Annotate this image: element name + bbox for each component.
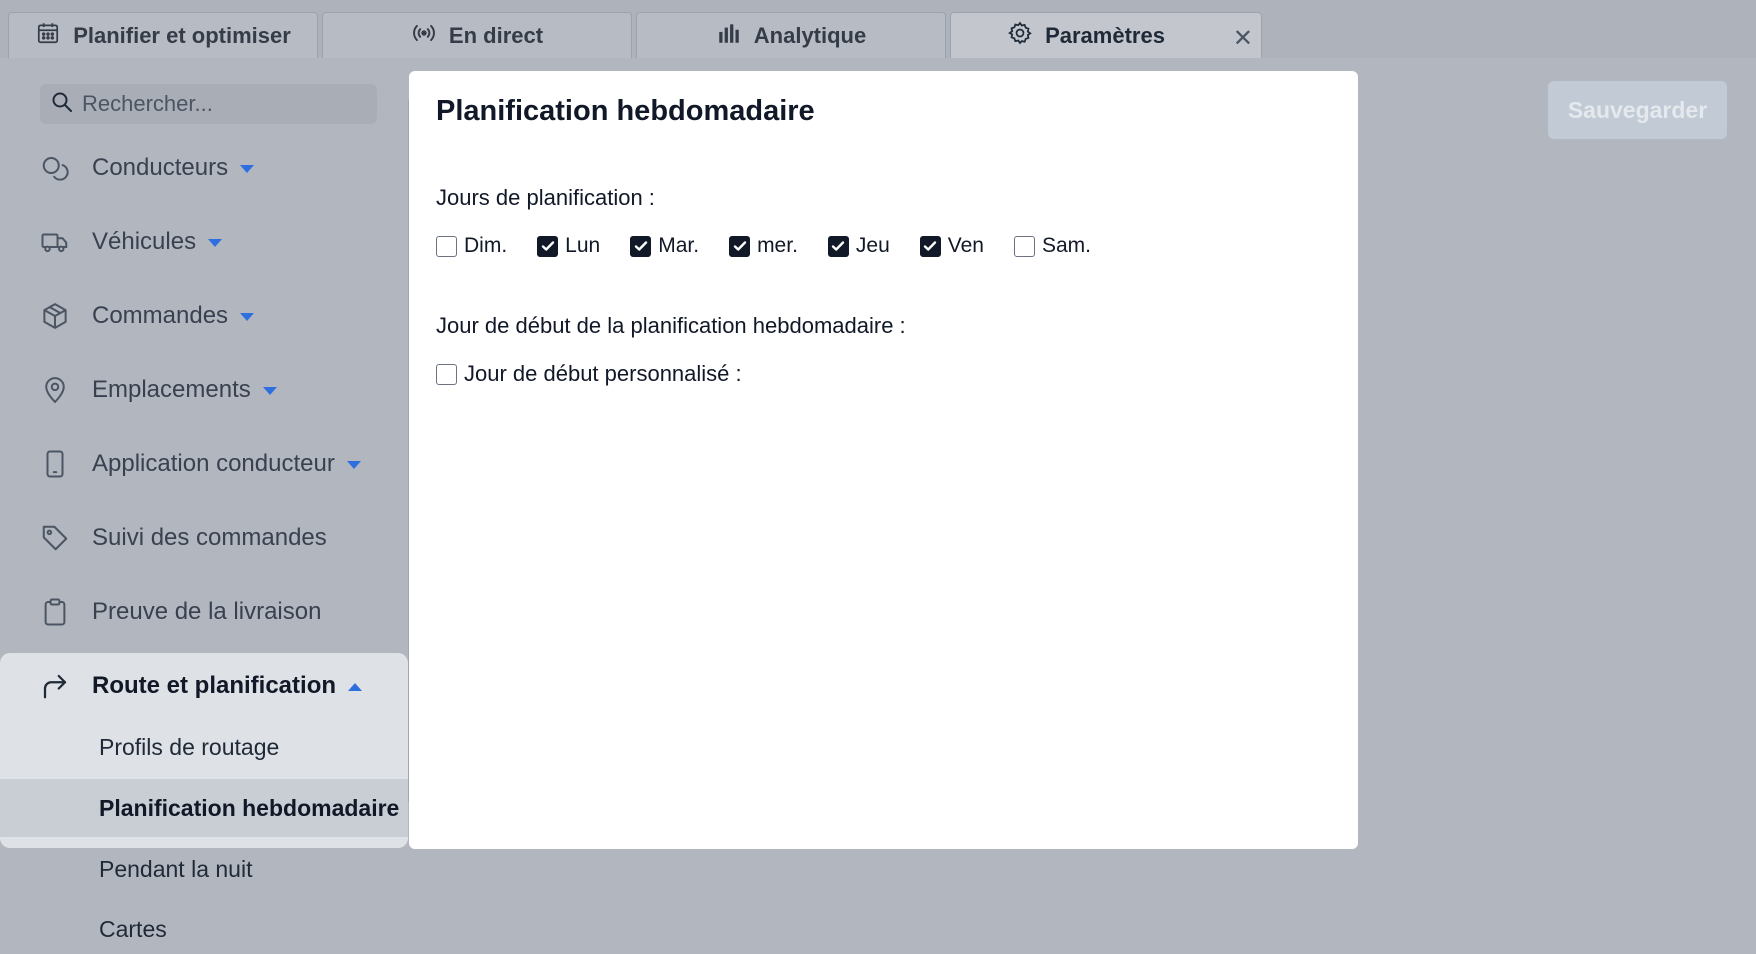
truck-icon (40, 227, 70, 257)
sidebar: Conducteurs Véhicules Commandes Emplacem… (0, 58, 418, 954)
sidebar-item-label: Route et planification (92, 672, 337, 699)
tab-label: Planifier et optimiser (73, 22, 291, 48)
gear-icon (1007, 20, 1033, 52)
sidebar-item-vehicules[interactable]: Véhicules (0, 219, 408, 265)
caret-down-icon (240, 164, 255, 173)
sidebar-item-route-planification[interactable]: Route et planification (0, 663, 408, 709)
calendar-icon (35, 20, 61, 52)
day-checkbox[interactable] (537, 235, 559, 257)
search-box[interactable] (40, 84, 377, 124)
sidebar-subitem-label: Cartes (99, 915, 167, 942)
day-label: Lun (565, 234, 601, 257)
settings-panel: Planification hebdomadaire Jours de plan… (409, 71, 1358, 849)
sidebar-subitem-profils-routage[interactable]: Profils de routage (0, 718, 408, 776)
day-checkbox[interactable] (630, 235, 652, 257)
sidebar-item-suivi-commandes[interactable]: Suivi des commandes (0, 515, 408, 561)
bar-chart-icon (716, 20, 742, 52)
sidebar-item-commandes[interactable]: Commandes (0, 293, 408, 339)
day-option[interactable]: Lun (537, 234, 600, 258)
page-title: Planification hebdomadaire (436, 95, 815, 127)
sidebar-item-label: Suivi des commandes (92, 524, 327, 551)
sidebar-subitem-planification-hebdomadaire[interactable]: Planification hebdomadaire (0, 779, 408, 837)
custom-start-day-option[interactable]: Jour de début personnalisé : (436, 361, 742, 387)
sidebar-item-emplacements[interactable]: Emplacements (0, 367, 408, 413)
sidebar-item-preuve-livraison[interactable]: Preuve de la livraison (0, 589, 408, 635)
sidebar-item-label: Application conducteur (92, 450, 335, 477)
custom-start-day-label: Jour de début personnalisé : (464, 361, 742, 386)
day-label: Mar. (658, 234, 700, 257)
search-input[interactable] (82, 91, 362, 117)
day-option[interactable]: Ven (919, 234, 984, 258)
tab-en-direct[interactable]: En direct (322, 12, 632, 58)
sidebar-subitem-label: Pendant la nuit (99, 855, 253, 882)
map-pin-icon (40, 375, 70, 405)
drivers-icon (40, 153, 70, 183)
days-label: Jours de planification : (436, 185, 655, 210)
day-checkbox[interactable] (827, 235, 849, 257)
sidebar-item-label: Commandes (92, 302, 229, 329)
tab-planifier[interactable]: Planifier et optimiser (8, 12, 318, 58)
caret-down-icon (346, 460, 361, 469)
day-label: mer. (757, 234, 798, 257)
day-checkbox[interactable] (436, 235, 457, 257)
clipboard-icon (40, 597, 70, 627)
day-label: Ven (947, 234, 984, 257)
day-option[interactable]: Mar. (630, 234, 699, 258)
tab-label: Paramètres (1045, 22, 1165, 48)
start-day-label: Jour de début de la planification hebdom… (436, 313, 906, 338)
tab-label: En direct (448, 22, 544, 48)
sidebar-subitem-label: Profils de routage (99, 733, 280, 760)
day-checkbox[interactable] (1013, 235, 1035, 257)
tab-bar: Planifier et optimiser En direct Analyti… (0, 0, 1756, 58)
sidebar-subitem-label: Planification hebdomadaire (99, 794, 400, 821)
search-icon (50, 90, 74, 119)
sidebar-item-label: Véhicules (92, 228, 197, 255)
sidebar-subitem-pendant-nuit[interactable]: Pendant la nuit (0, 840, 408, 898)
tag-icon (40, 523, 70, 553)
sidebar-item-label: Preuve de la livraison (92, 598, 322, 625)
tab-label: Analytique (753, 22, 867, 48)
caret-down-icon (240, 312, 255, 321)
day-option[interactable]: Jeu (827, 234, 890, 258)
package-icon (40, 301, 70, 331)
day-option[interactable]: mer. (729, 234, 798, 258)
close-icon[interactable]: ✕ (1233, 24, 1253, 53)
day-label: Dim. (464, 234, 508, 257)
route-arrow-icon (40, 671, 70, 701)
save-button[interactable]: Sauvegarder (1548, 81, 1727, 139)
tab-analytique[interactable]: Analytique (636, 12, 946, 58)
sidebar-item-conducteurs[interactable]: Conducteurs (0, 145, 408, 191)
custom-start-day-checkbox[interactable] (436, 363, 457, 385)
day-option[interactable]: Dim. (436, 234, 507, 258)
sidebar-item-label: Emplacements (92, 376, 251, 403)
caret-down-icon (262, 386, 277, 395)
tab-parametres[interactable]: Paramètres ✕ (950, 12, 1262, 58)
day-label: Sam. (1041, 234, 1091, 257)
sidebar-subitem-cartes[interactable]: Cartes (0, 900, 408, 954)
day-label: Jeu (855, 234, 890, 257)
sidebar-item-label: Conducteurs (92, 154, 229, 181)
day-checkbox-group: Dim. Lun Mar. mer. Jeu Ven Sam. (436, 231, 1121, 261)
day-option[interactable]: Sam. (1013, 234, 1091, 258)
sidebar-item-application-conducteur[interactable]: Application conducteur (0, 441, 408, 487)
broadcast-icon (411, 20, 437, 52)
caret-up-icon (348, 682, 363, 691)
day-checkbox[interactable] (729, 235, 751, 257)
phone-icon (40, 449, 70, 479)
day-checkbox[interactable] (919, 235, 941, 257)
caret-down-icon (208, 238, 223, 247)
